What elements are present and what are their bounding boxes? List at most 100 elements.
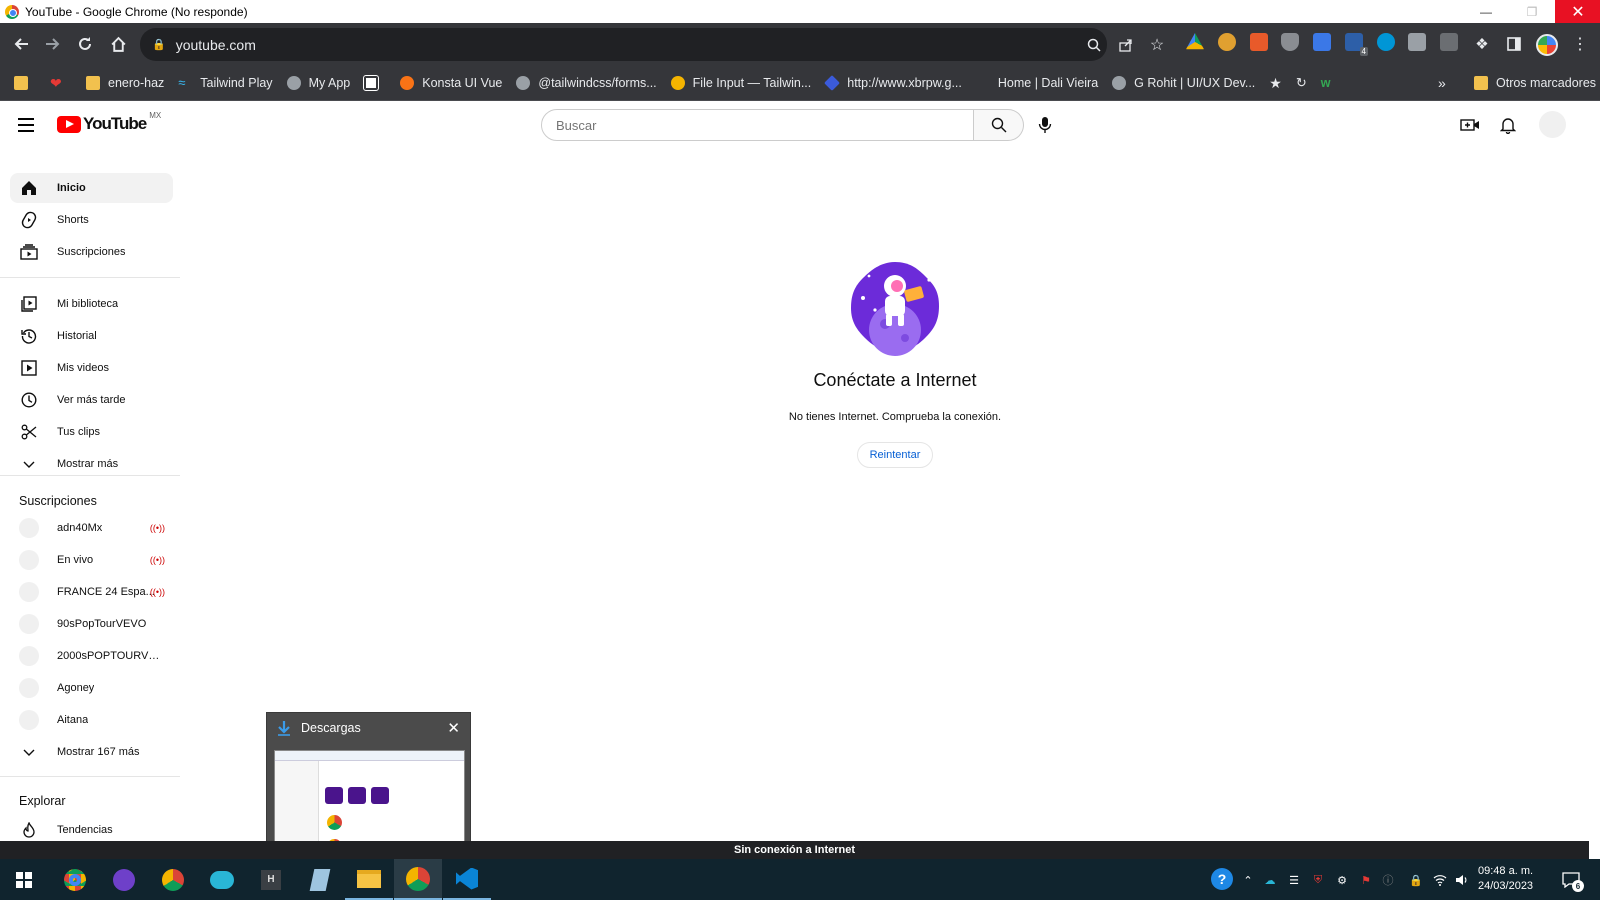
- bookmark-star-icon[interactable]: ☆: [1147, 35, 1167, 55]
- start-button[interactable]: [0, 859, 48, 900]
- page-scrollbar[interactable]: [1589, 157, 1600, 859]
- window-extension-icon[interactable]: [1440, 33, 1458, 51]
- task-tray-icon[interactable]: ☰: [1286, 872, 1302, 888]
- notifications-center-icon[interactable]: 6: [1561, 871, 1584, 892]
- bookmark-xbrpw[interactable]: http://www.xbrpw.g...: [824, 75, 962, 91]
- w-icon: w: [1320, 76, 1331, 90]
- bookmark-rohit[interactable]: G Rohit | UI/UX Dev...: [1112, 76, 1255, 90]
- search-input[interactable]: [556, 117, 973, 133]
- copy-extension-icon[interactable]: [1408, 33, 1426, 51]
- taskbar-cloud-app[interactable]: [198, 859, 246, 900]
- bookmark-konsta-ui[interactable]: Konsta UI Vue: [400, 76, 502, 90]
- minimize-button[interactable]: —: [1463, 0, 1509, 23]
- back-button[interactable]: [5, 28, 37, 60]
- bookmark-tailwindcss-forms[interactable]: @tailwindcss/forms...: [516, 76, 657, 90]
- bookmark-heart[interactable]: ❤: [50, 76, 72, 90]
- chrome-menu-icon[interactable]: ⋮: [1564, 28, 1596, 60]
- home-button[interactable]: [102, 28, 134, 60]
- bookmarks-overflow-button[interactable]: »: [1438, 75, 1446, 91]
- downloads-window-preview[interactable]: Descargas ✕: [266, 712, 471, 857]
- flag-tray-icon[interactable]: ⚑: [1358, 872, 1374, 888]
- taskbar-chrome-2[interactable]: [149, 859, 197, 900]
- bookmark-history-item[interactable]: ↻: [1296, 75, 1307, 91]
- sidebar-item-tendencias[interactable]: Tendencias: [10, 815, 173, 841]
- taskbar-notes-app[interactable]: [296, 859, 344, 900]
- hp-extension-icon[interactable]: [1377, 33, 1395, 51]
- sidebar-item-historial[interactable]: Historial: [10, 321, 173, 351]
- chrome-icon: [64, 868, 86, 891]
- app-tray-icon[interactable]: ⚙: [1334, 872, 1350, 888]
- translate-extension-icon[interactable]: [1313, 33, 1331, 51]
- taskbar-h-app[interactable]: H: [247, 859, 295, 900]
- notifications-button[interactable]: [1496, 113, 1520, 137]
- close-window-button[interactable]: ✕: [1555, 0, 1600, 23]
- bookmark-w-item[interactable]: w: [1321, 76, 1331, 90]
- subscription-item-en-vivo[interactable]: En vivo ((•)): [10, 545, 173, 575]
- forward-button[interactable]: [37, 28, 69, 60]
- share-icon[interactable]: [1116, 35, 1136, 55]
- guide-menu-button[interactable]: [18, 114, 40, 136]
- chrome-app-icon: [5, 4, 19, 19]
- create-video-button[interactable]: [1458, 113, 1482, 137]
- extensions-puzzle-icon[interactable]: ❖: [1466, 28, 1498, 60]
- bookmark-my-app[interactable]: My App: [286, 76, 350, 90]
- voice-search-button[interactable]: [1033, 113, 1057, 137]
- bookmark-dali-vieira[interactable]: Home | Dali Vieira: [998, 76, 1098, 90]
- info-tray-icon[interactable]: ⓘ: [1380, 872, 1396, 888]
- lock-tray-icon[interactable]: 🔒: [1408, 872, 1424, 888]
- sidebar-item-mostrar-167-mas[interactable]: Mostrar 167 más: [10, 737, 173, 767]
- other-bookmarks-folder[interactable]: Otros marcadores: [1474, 76, 1596, 90]
- youtube-logo[interactable]: YouTube MX: [57, 111, 161, 134]
- bookmark-enero-haz[interactable]: enero-haz: [86, 76, 164, 90]
- subscription-item-90spoptourvevo[interactable]: 90sPopTourVEVO: [10, 609, 173, 639]
- sidebar-item-mi-biblioteca[interactable]: Mi biblioteca: [10, 289, 173, 319]
- subscription-item-adn40mx[interactable]: adn40Mx ((•)): [10, 513, 173, 543]
- flame-icon: [20, 821, 38, 839]
- bookmark-icon-only[interactable]: [363, 75, 386, 91]
- sidebar-item-shorts[interactable]: Shorts: [10, 205, 173, 235]
- taskbar-clock[interactable]: 09:48 a. m. 24/03/2023: [1478, 864, 1533, 894]
- search-box[interactable]: [541, 109, 974, 141]
- retry-button[interactable]: Reintentar: [856, 442, 934, 468]
- cloud-icon: [210, 870, 234, 889]
- reload-button[interactable]: [69, 28, 101, 60]
- zoom-icon[interactable]: [1084, 35, 1104, 55]
- bookmark-star-item[interactable]: ★: [1269, 75, 1282, 92]
- m-extension-icon[interactable]: 4: [1345, 33, 1368, 56]
- account-avatar[interactable]: [1539, 111, 1566, 138]
- subscription-item-france24[interactable]: FRANCE 24 Espa... ((•)): [10, 577, 173, 607]
- show-hidden-icons-chevron[interactable]: ⌃: [1240, 872, 1256, 888]
- antivirus-tray-icon[interactable]: ⛨: [1310, 872, 1326, 888]
- extension-icon[interactable]: [1250, 33, 1268, 51]
- taskbar-file-explorer[interactable]: [345, 859, 393, 900]
- address-bar[interactable]: 🔒 youtube.com ☆: [140, 28, 1164, 61]
- shield-extension-icon[interactable]: [1281, 33, 1299, 51]
- sidebar-item-tus-clips[interactable]: Tus clips: [10, 417, 173, 447]
- taskbar-github-desktop[interactable]: [100, 859, 148, 900]
- bookmark-file-input[interactable]: File Input — Tailwin...: [670, 76, 811, 90]
- bookmark-folder-1[interactable]: [14, 76, 36, 90]
- profile-avatar[interactable]: [1536, 34, 1558, 56]
- help-icon[interactable]: ?: [1211, 868, 1233, 890]
- sidebar-item-mis-videos[interactable]: Mis videos: [10, 353, 173, 383]
- google-drive-extension-icon[interactable]: [1186, 33, 1204, 50]
- cloud-tray-icon[interactable]: ☁: [1262, 872, 1278, 888]
- subscription-item-aitana[interactable]: Aitana: [10, 705, 173, 735]
- close-preview-icon[interactable]: ✕: [447, 719, 460, 737]
- wifi-icon[interactable]: [1432, 872, 1448, 888]
- sidebar-item-inicio[interactable]: Inicio: [10, 173, 173, 203]
- sidebar-item-ver-mas-tarde[interactable]: Ver más tarde: [10, 385, 173, 415]
- taskbar-chrome-1[interactable]: [51, 859, 99, 900]
- downloads-preview-title: Descargas: [301, 721, 361, 735]
- taskbar-chrome-active[interactable]: [394, 859, 442, 900]
- subscription-item-agoney[interactable]: Agoney: [10, 673, 173, 703]
- cookie-extension-icon[interactable]: [1218, 33, 1236, 51]
- sidebar-item-suscripciones[interactable]: Suscripciones: [10, 237, 173, 267]
- search-button[interactable]: [974, 109, 1024, 141]
- maximize-button[interactable]: ❐: [1509, 0, 1555, 23]
- taskbar-vscode[interactable]: [443, 859, 491, 900]
- side-panel-icon[interactable]: [1498, 28, 1530, 60]
- volume-icon[interactable]: [1454, 872, 1470, 888]
- bookmark-tailwind-play[interactable]: ≈ Tailwind Play: [178, 76, 272, 91]
- subscription-item-2000spoptour[interactable]: 2000sPOPTOURVE...: [10, 641, 173, 671]
